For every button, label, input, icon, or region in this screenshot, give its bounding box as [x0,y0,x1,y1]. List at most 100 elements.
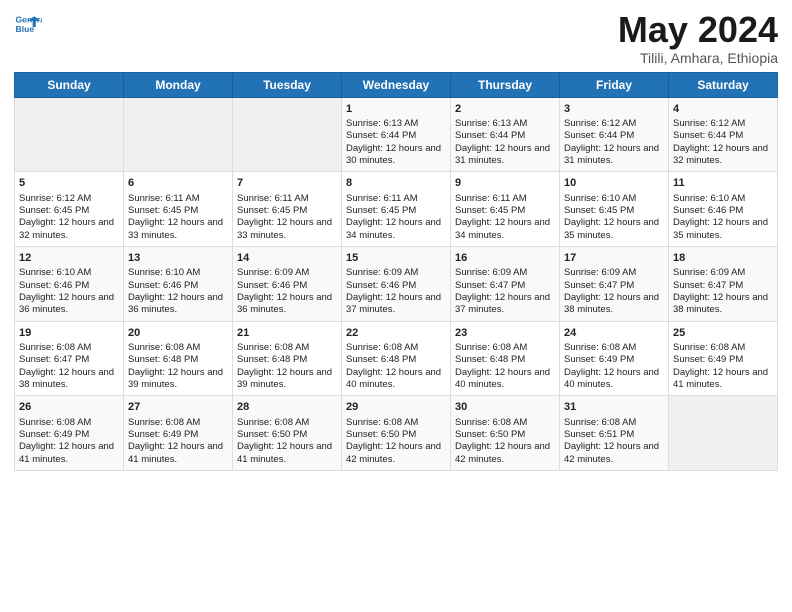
day-info: Sunset: 6:44 PM [673,130,773,142]
day-info: Sunrise: 6:11 AM [237,193,337,205]
day-info: Sunrise: 6:08 AM [673,342,773,354]
day-number: 16 [455,251,555,265]
day-info: Sunset: 6:50 PM [237,429,337,441]
svg-text:Blue: Blue [16,24,35,34]
calendar-cell: 12Sunrise: 6:10 AMSunset: 6:46 PMDayligh… [15,246,124,321]
day-info: Daylight: 12 hours and 33 minutes. [128,217,228,242]
day-info: Daylight: 12 hours and 39 minutes. [237,367,337,392]
day-info: Sunset: 6:45 PM [128,205,228,217]
day-number: 27 [128,400,228,414]
day-info: Sunset: 6:49 PM [673,354,773,366]
day-info: Sunrise: 6:08 AM [346,417,446,429]
calendar-cell: 16Sunrise: 6:09 AMSunset: 6:47 PMDayligh… [451,246,560,321]
calendar-cell: 13Sunrise: 6:10 AMSunset: 6:46 PMDayligh… [124,246,233,321]
day-info: Sunset: 6:48 PM [237,354,337,366]
day-info: Sunrise: 6:10 AM [128,267,228,279]
day-info: Daylight: 12 hours and 32 minutes. [19,217,119,242]
day-number: 15 [346,251,446,265]
calendar-cell [669,396,778,471]
day-info: Daylight: 12 hours and 39 minutes. [128,367,228,392]
day-info: Daylight: 12 hours and 41 minutes. [673,367,773,392]
day-number: 2 [455,102,555,116]
header: General Blue May 2024 Tilili, Amhara, Et… [14,10,778,66]
day-info: Sunset: 6:49 PM [19,429,119,441]
week-row-1: 5Sunrise: 6:12 AMSunset: 6:45 PMDaylight… [15,172,778,247]
day-number: 14 [237,251,337,265]
calendar-cell [15,97,124,172]
day-number: 26 [19,400,119,414]
day-number: 11 [673,176,773,190]
day-info: Sunset: 6:45 PM [346,205,446,217]
day-info: Daylight: 12 hours and 38 minutes. [564,292,664,317]
calendar-cell: 2 Sunrise: 6:13 AMSunset: 6:44 PMDaylight… [451,97,560,172]
calendar-cell: 23Sunrise: 6:08 AMSunset: 6:48 PMDayligh… [451,321,560,396]
day-info: Daylight: 12 hours and 42 minutes. [455,441,555,466]
day-info: Sunset: 6:51 PM [564,429,664,441]
page: General Blue May 2024 Tilili, Amhara, Et… [0,0,792,612]
day-number: 10 [564,176,664,190]
day-info: Sunrise: 6:12 AM [673,118,773,130]
day-info: Sunrise: 6:08 AM [564,342,664,354]
day-info: Sunrise: 6:12 AM [19,193,119,205]
day-info: Sunrise: 6:08 AM [564,417,664,429]
day-number: 25 [673,326,773,340]
day-info: Sunset: 6:44 PM [346,130,446,142]
day-info: Daylight: 12 hours and 37 minutes. [455,292,555,317]
header-day-thursday: Thursday [451,72,560,97]
calendar-header-row: SundayMondayTuesdayWednesdayThursdayFrid… [15,72,778,97]
day-number: 19 [19,326,119,340]
day-info: Sunrise: 6:08 AM [19,342,119,354]
day-info: Daylight: 12 hours and 42 minutes. [346,441,446,466]
header-day-saturday: Saturday [669,72,778,97]
day-info: Sunset: 6:45 PM [564,205,664,217]
calendar-cell: 1Sunrise: 6:13 AMSunset: 6:44 PMDaylight… [342,97,451,172]
day-info: Sunset: 6:50 PM [346,429,446,441]
header-day-wednesday: Wednesday [342,72,451,97]
day-number: 9 [455,176,555,190]
calendar-cell: 28Sunrise: 6:08 AMSunset: 6:50 PMDayligh… [233,396,342,471]
header-day-friday: Friday [560,72,669,97]
day-number: 24 [564,326,664,340]
day-info: Sunrise: 6:11 AM [346,193,446,205]
day-info: Daylight: 12 hours and 42 minutes. [564,441,664,466]
day-info: Daylight: 12 hours and 31 minutes. [564,143,664,168]
calendar-cell: 29Sunrise: 6:08 AMSunset: 6:50 PMDayligh… [342,396,451,471]
day-info: Sunrise: 6:08 AM [346,342,446,354]
week-row-2: 12Sunrise: 6:10 AMSunset: 6:46 PMDayligh… [15,246,778,321]
day-info: Daylight: 12 hours and 40 minutes. [346,367,446,392]
calendar-cell: 22Sunrise: 6:08 AMSunset: 6:48 PMDayligh… [342,321,451,396]
day-info: Daylight: 12 hours and 41 minutes. [19,441,119,466]
day-info: Sunset: 6:48 PM [455,354,555,366]
day-info: Sunset: 6:49 PM [128,429,228,441]
day-info: Sunrise: 6:09 AM [673,267,773,279]
calendar-cell: 9Sunrise: 6:11 AMSunset: 6:45 PMDaylight… [451,172,560,247]
day-info: Daylight: 12 hours and 34 minutes. [455,217,555,242]
day-info: Sunset: 6:44 PM [564,130,664,142]
day-info: Sunset: 6:44 PM [455,130,555,142]
day-info: Sunset: 6:46 PM [346,280,446,292]
day-info: Daylight: 12 hours and 37 minutes. [346,292,446,317]
day-info: Sunrise: 6:10 AM [564,193,664,205]
day-info: Sunrise: 6:11 AM [128,193,228,205]
calendar-cell: 24Sunrise: 6:08 AMSunset: 6:49 PMDayligh… [560,321,669,396]
day-info: Daylight: 12 hours and 35 minutes. [564,217,664,242]
header-day-monday: Monday [124,72,233,97]
day-number: 8 [346,176,446,190]
calendar-cell: 30Sunrise: 6:08 AMSunset: 6:50 PMDayligh… [451,396,560,471]
day-info: Daylight: 12 hours and 30 minutes. [346,143,446,168]
calendar-cell: 31Sunrise: 6:08 AMSunset: 6:51 PMDayligh… [560,396,669,471]
day-info: Sunset: 6:48 PM [128,354,228,366]
week-row-0: 1Sunrise: 6:13 AMSunset: 6:44 PMDaylight… [15,97,778,172]
week-row-3: 19Sunrise: 6:08 AMSunset: 6:47 PMDayligh… [15,321,778,396]
calendar-cell: 4Sunrise: 6:12 AMSunset: 6:44 PMDaylight… [669,97,778,172]
main-title: May 2024 [618,10,778,50]
day-info: Sunset: 6:46 PM [673,205,773,217]
logo-icon: General Blue [14,10,42,38]
day-info: Sunset: 6:46 PM [19,280,119,292]
day-info: Daylight: 12 hours and 40 minutes. [564,367,664,392]
day-info: Sunrise: 6:13 AM [455,118,555,130]
calendar-cell: 20Sunrise: 6:08 AMSunset: 6:48 PMDayligh… [124,321,233,396]
day-info: Sunset: 6:47 PM [19,354,119,366]
day-info: Daylight: 12 hours and 31 minutes. [455,143,555,168]
day-info: Sunrise: 6:08 AM [237,417,337,429]
